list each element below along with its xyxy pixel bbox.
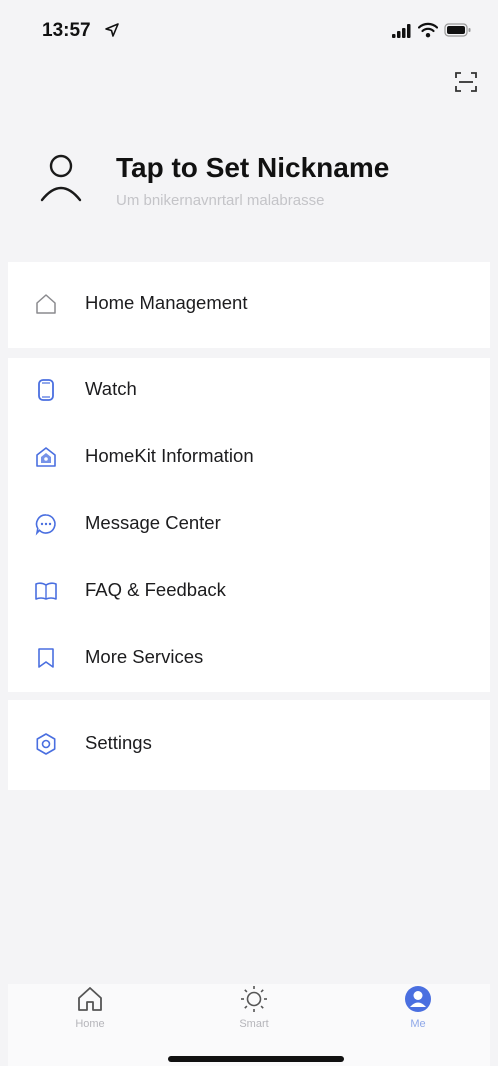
tab-label: Me xyxy=(410,1018,426,1030)
menu-group-home: Home Management xyxy=(8,262,490,348)
person-icon xyxy=(40,154,82,202)
nickname-subtitle: Um bnikernavnrtarl malabrasse xyxy=(116,192,325,209)
location-arrow-icon xyxy=(105,23,119,37)
menu-item-faq-feedback[interactable]: FAQ & Feedback xyxy=(8,561,490,621)
tab-bar: Home Smart Me xyxy=(8,984,490,1066)
home-outline-icon xyxy=(36,294,56,314)
home-tab-icon xyxy=(78,987,102,1011)
tab-home[interactable]: Home xyxy=(40,984,140,1044)
status-time: 13:57 xyxy=(42,20,91,41)
tab-smart[interactable]: Smart xyxy=(204,984,304,1044)
menu-item-homekit-information[interactable]: HomeKit Information xyxy=(8,427,490,487)
menu-item-home-management[interactable]: Home Management xyxy=(8,274,490,334)
wifi-icon xyxy=(418,22,438,38)
menu-label: FAQ & Feedback xyxy=(85,579,226,600)
menu-label: Home Management xyxy=(85,292,248,313)
message-bubble-icon xyxy=(35,514,56,536)
profile-header[interactable]: Tap to Set Nickname Um bnikernavnrtarl m… xyxy=(0,130,498,240)
home-indicator[interactable] xyxy=(168,1056,344,1062)
profile-tab-icon xyxy=(405,986,431,1012)
watch-icon xyxy=(38,379,54,401)
bookmark-icon xyxy=(38,648,54,668)
menu-label: Watch xyxy=(85,378,137,399)
tab-me[interactable]: Me xyxy=(368,984,468,1044)
book-icon xyxy=(35,582,57,600)
menu-item-settings[interactable]: Settings xyxy=(8,714,490,774)
gear-icon xyxy=(36,733,56,755)
battery-icon xyxy=(444,23,471,37)
sun-icon xyxy=(241,986,267,1012)
cellular-signal-icon xyxy=(392,24,411,38)
scan-icon[interactable] xyxy=(452,68,480,96)
homekit-icon xyxy=(36,447,56,467)
menu-group-services: Watch HomeKit Information Message Center xyxy=(8,358,490,692)
menu-item-message-center[interactable]: Message Center xyxy=(8,494,490,554)
menu-item-watch[interactable]: Watch xyxy=(8,360,490,420)
menu-label: Message Center xyxy=(85,512,221,533)
menu-label: HomeKit Information xyxy=(85,445,254,466)
nickname-title[interactable]: Tap to Set Nickname xyxy=(116,152,389,184)
menu-label: Settings xyxy=(85,732,152,753)
menu-label: More Services xyxy=(85,646,204,667)
me-screen: 13:57 Tap to Set Nickname Um bnikernavnr… xyxy=(0,0,498,1066)
tab-label: Smart xyxy=(239,1018,269,1030)
menu-item-more-services[interactable]: More Services xyxy=(8,628,490,688)
status-bar: 13:57 xyxy=(0,0,498,60)
menu-group-settings: Settings xyxy=(8,700,490,790)
tab-label: Home xyxy=(75,1018,105,1030)
